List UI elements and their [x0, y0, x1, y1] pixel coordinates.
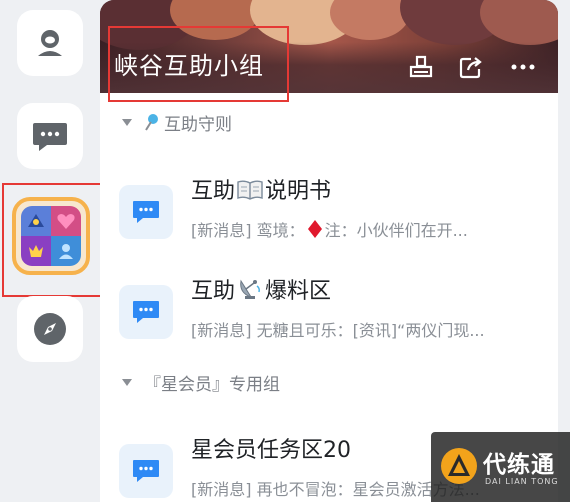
section-label: 『星会员』专用组 — [144, 374, 280, 395]
left-rail — [0, 0, 108, 502]
title-highlight — [108, 26, 289, 102]
channel-chat-icon — [119, 444, 173, 498]
channel-chat-icon — [119, 285, 173, 339]
share-button[interactable] — [458, 54, 484, 80]
share-icon — [459, 57, 482, 79]
satellite-dish-emoji-icon — [240, 279, 261, 299]
discover-button[interactable] — [17, 296, 83, 362]
more-icon — [511, 64, 535, 70]
collapse-caret-icon — [122, 118, 132, 126]
channel-name: 星会员任务区20 — [191, 438, 351, 463]
watermark-text: 代练通 — [483, 452, 555, 478]
stamp-icon — [409, 55, 433, 78]
watermark-logo-icon — [441, 448, 477, 484]
channel-last-message: [新消息] 无糖且可乐：[资讯]“两仪门现... — [191, 321, 485, 340]
group-avatar[interactable] — [12, 197, 90, 275]
watermark: 代练通 DAI LIAN TONG — [431, 432, 570, 502]
channel-item[interactable]: 互助 说明书 [新消息] 鸾境： 注：小伙伴们在开... — [100, 163, 558, 259]
more-button[interactable] — [510, 54, 536, 80]
watermark-subtext: DAI LIAN TONG — [485, 477, 559, 486]
compass-icon — [34, 313, 66, 345]
pushpin-icon — [145, 114, 158, 131]
section-label: 互助守则 — [164, 114, 232, 135]
red-diamond-icon — [307, 220, 322, 238]
channel-last-message: [新消息] 鸾境： 注：小伙伴们在开... — [191, 220, 468, 240]
section-header-star-members[interactable]: 『星会员』专用组 — [100, 367, 558, 397]
puzzle-avatar-image — [21, 206, 81, 266]
chat-bubble-icon — [33, 123, 67, 151]
channel-name: 互助 爆料区 — [191, 279, 332, 304]
profile-button[interactable] — [17, 10, 83, 76]
channel-panel: 峡谷互助小组 互助守则 互助 说明书 [新消息] 鸾境： 注：小伙伴们在开...… — [100, 0, 558, 502]
book-emoji-icon — [237, 180, 263, 200]
collapse-caret-icon — [122, 378, 132, 386]
messages-button[interactable] — [17, 103, 83, 169]
section-header-rules[interactable]: 互助守则 — [100, 107, 558, 137]
channel-item[interactable]: 互助 爆料区 [新消息] 无糖且可乐：[资讯]“两仪门现... — [100, 263, 558, 359]
stamp-button[interactable] — [408, 54, 434, 80]
channel-chat-icon — [119, 185, 173, 239]
channel-name: 互助 说明书 — [191, 179, 332, 204]
profile-icon — [38, 30, 62, 56]
